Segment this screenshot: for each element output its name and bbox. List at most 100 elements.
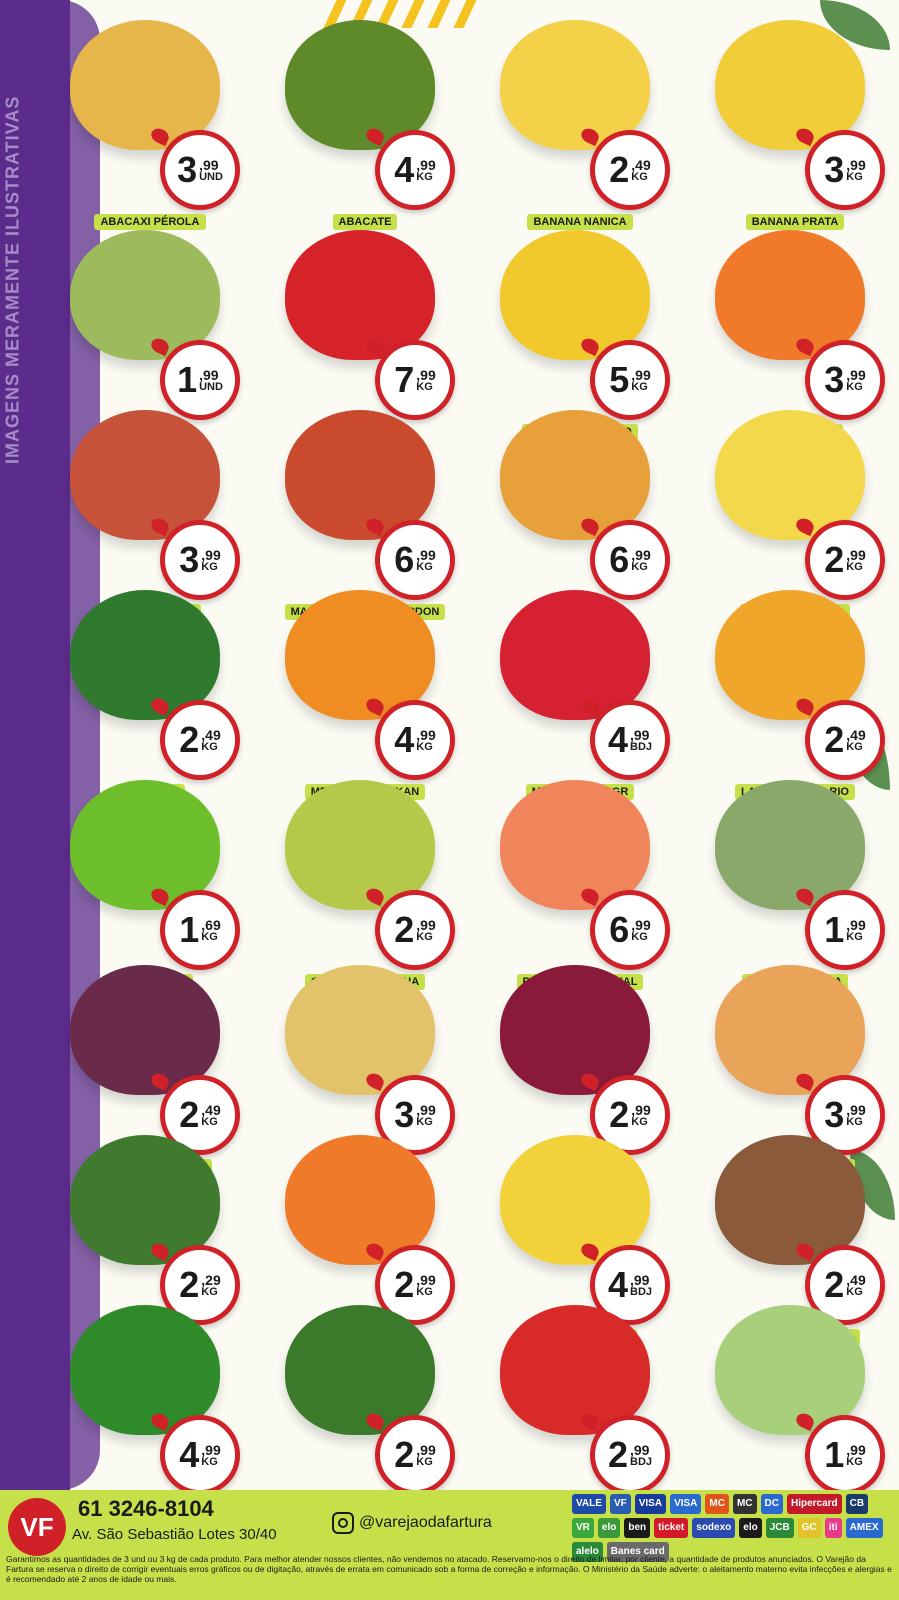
price-integer: 3 [824, 359, 845, 400]
footer: VF 61 3246-8104 Av. São Sebastião Lotes … [0, 1490, 899, 1600]
price-side: ,99 KG [631, 548, 650, 573]
price-side: ,99 KG [631, 1103, 650, 1128]
price-side: ,99 KG [201, 548, 220, 573]
product-card: 3,99 UND ABACAXI PÉROLA [40, 10, 260, 230]
product-card: 2,49KGLARANJA PERA RIO [685, 580, 899, 800]
payment-methods: VALE VF VISA VISA MC MC DC Hipercard CB VR elo ben t… [572, 1494, 894, 1562]
payment-badge: JCB [765, 1518, 794, 1538]
price-unit: KG [201, 740, 218, 753]
payment-badge: sodexo [692, 1518, 736, 1538]
price-unit: KG [416, 380, 433, 393]
product-card: 3,99 KG BANANA PRATA [685, 10, 899, 230]
price-side: ,99 KG [631, 918, 650, 943]
price-integer: 4 [394, 719, 415, 760]
price-integer: 1 [824, 1434, 845, 1475]
price-integer: 2 [607, 1434, 628, 1475]
instagram-handle[interactable]: @varejaodafartura [332, 1512, 492, 1534]
price-integer: 2 [394, 1434, 415, 1475]
price-side: ,99 KG [416, 158, 435, 183]
price-integer: 2 [824, 539, 845, 580]
price-cents: ,69 [201, 916, 221, 933]
price-unit: KG [846, 740, 863, 753]
price-cents: ,49 [846, 726, 866, 743]
payment-badge: elo [597, 1518, 621, 1538]
product-card: 2,49KGBATATA DOCE ROXA [40, 955, 260, 1175]
price-integer: 6 [609, 909, 630, 950]
price-unit: KG [846, 1455, 863, 1468]
price-unit: UND [199, 170, 223, 183]
price-cents: ,99 [416, 1271, 436, 1288]
price-unit: KG [631, 380, 648, 393]
product-card: 2,99KGGOIABA VERMELHA [255, 770, 475, 990]
price-cents: ,99 [416, 916, 436, 933]
product-card: 2,99KGMELAO AMARELO [685, 400, 899, 620]
price-unit: KG [846, 170, 863, 183]
payment-badge: iti [824, 1518, 842, 1538]
price-unit: KG [846, 930, 863, 943]
price-integer: 6 [394, 539, 415, 580]
product-card: 1,99KGREPOLHO BRANCO [685, 1295, 899, 1515]
price-integer: 4 [394, 149, 415, 190]
price-unit: UND [199, 380, 223, 393]
price-cents: ,99 [199, 156, 219, 173]
instagram-icon [332, 1512, 354, 1534]
product-card: 4,99 KG ABACATE [255, 10, 475, 230]
price-unit: KG [201, 930, 218, 943]
price-side: ,49 KG [846, 728, 865, 753]
price-integer: 3 [179, 539, 200, 580]
price-cents: ,99 [416, 366, 436, 383]
price-cents: ,49 [201, 726, 221, 743]
price-side: ,99 KG [416, 548, 435, 573]
product-card: 3,99KGCEBOLA NACIONAL [685, 955, 899, 1175]
price-cents: ,99 [630, 726, 650, 743]
price-unit: KG [201, 1455, 218, 1468]
price-unit: BDJ [630, 740, 653, 753]
price-cents: ,29 [201, 1271, 221, 1288]
price-side: ,99 KG [846, 368, 865, 393]
price-cents: ,49 [201, 1101, 221, 1118]
price-tag: 4,99 KG [375, 130, 455, 210]
product-card: 2,99KGPEPINO JAPONES [255, 1295, 475, 1515]
price-unit: BDJ [630, 1455, 653, 1468]
price-tag: 2,49 KG [590, 130, 670, 210]
payment-badge: VISA [670, 1494, 702, 1514]
price-cents: ,99 [201, 1441, 221, 1458]
price-unit: KG [846, 380, 863, 393]
price-cents: ,99 [631, 366, 651, 383]
price-tag: 2,49 KG [160, 700, 240, 780]
price-cents: ,49 [631, 156, 651, 173]
product-card: 4,99BDJMORANGO 250GR [470, 580, 690, 800]
price-integer: 3 [177, 149, 198, 190]
price-side: ,99 KG [416, 1443, 435, 1468]
product-card: 1,99KGABOBORA ITALIA [685, 770, 899, 990]
price-cents: ,99 [846, 366, 866, 383]
price-side: ,99 KG [631, 368, 650, 393]
payment-badge: VR [572, 1518, 594, 1538]
price-side: ,99 KG [416, 1103, 435, 1128]
product-card: 2,49KGMANDIOCA AMARELA [685, 1125, 899, 1345]
price-side: ,99 KG [416, 368, 435, 393]
price-cents: ,99 [846, 156, 866, 173]
payment-badge: MC [732, 1494, 757, 1514]
price-side: ,49 KG [846, 1273, 865, 1298]
price-cents: ,99 [631, 546, 651, 563]
price-side: ,99 KG [846, 1103, 865, 1128]
price-side: ,99 KG [846, 548, 865, 573]
price-cents: ,99 [416, 726, 436, 743]
price-cents: ,99 [631, 916, 651, 933]
store-logo: VF [8, 1498, 66, 1556]
price-cents: ,99 [201, 546, 221, 563]
product-card: 6,99KGMANGA ESPADA BOURDON [255, 400, 475, 620]
price-side: ,99 KG [846, 918, 865, 943]
price-side: ,49 KG [631, 158, 650, 183]
product-card: 4,99KGMEXERICA PONKAN [255, 580, 475, 800]
product-card: 3,99KGBATATA INGLESA [255, 955, 475, 1175]
price-unit: KG [416, 930, 433, 943]
payment-badge: ticket [654, 1518, 689, 1538]
price-side: ,99 BDJ [630, 1273, 652, 1298]
payment-badge: Hipercard [786, 1494, 842, 1514]
product-card: 2,49 KG BANANA NANICA [470, 10, 690, 230]
price-integer: 7 [394, 359, 415, 400]
price-integer: 4 [179, 1434, 200, 1475]
payment-badge: VALE [572, 1494, 606, 1514]
